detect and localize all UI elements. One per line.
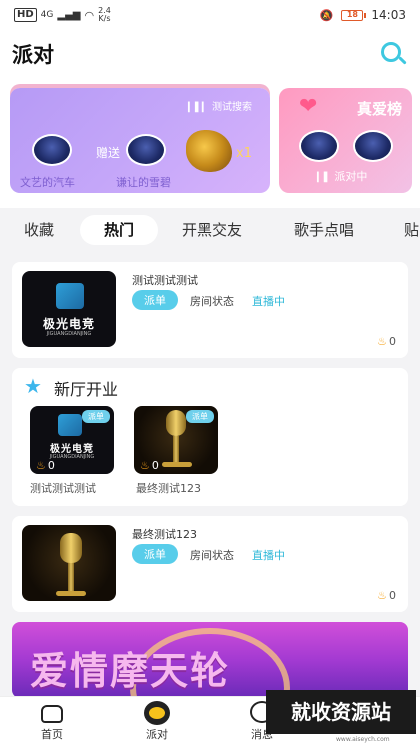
party-eye-icon (144, 701, 170, 725)
aurora-logo-icon (56, 283, 84, 309)
new-hall-item[interactable]: 派单 ♨ 0 (134, 406, 218, 474)
banner-tag: ▎▌▎ 测试搜索 (188, 102, 252, 113)
dispatch-badge: 派单 (132, 544, 178, 564)
party-live-label: ▎▌ 派对中 (317, 170, 368, 183)
love-ranking-banner[interactable]: ❤ 真爱榜 ▎▌ 派对中 (279, 88, 412, 193)
receiver-name: 谦让的雪碧 (116, 176, 171, 189)
battery-icon: 18 (341, 9, 367, 21)
new-hall-label: 最终测试123 (136, 482, 201, 495)
ranking-title: 真爱榜 (356, 100, 402, 118)
hot-count: ♨ 0 (377, 589, 396, 602)
room-card[interactable]: 极光电竞 JIGUANGDIANJING 测试测试测试 派单 房间状态 直播中 … (12, 262, 408, 358)
dispatch-badge: 派单 (132, 290, 178, 310)
gift-banner[interactable]: ▎▌▎ 测试搜索 赠送 x1 文艺的汽车 谦让的雪碧 (10, 88, 270, 193)
sender-name: 文艺的汽车 (20, 176, 75, 189)
room-cover (22, 525, 116, 601)
page-header: 派对 (0, 30, 420, 78)
fire-icon: ♨ (36, 459, 46, 472)
tab-more[interactable]: 贴 (404, 215, 419, 245)
room-cover: 极光电竞 JIGUANGDIANJING (22, 271, 116, 347)
nav-party[interactable]: 派对 (117, 697, 197, 742)
heart-icon: ❤ (299, 94, 318, 119)
network-speed: 2.4 K/s (98, 6, 111, 23)
microphone-icon (60, 533, 82, 563)
page-title: 派对 (12, 43, 54, 67)
receiver-avatar (126, 134, 166, 166)
status-bar: HD 4G ▂▄▆ ◠ 2.4 K/s 🔕 18 14:03 (0, 0, 420, 30)
hot-count: ♨ 0 (140, 459, 159, 472)
dragon-gift-icon (186, 130, 232, 172)
section-title: 新厅开业 (54, 380, 119, 399)
room-title: 最终测试123 (132, 528, 197, 541)
ferris-wheel-banner[interactable]: 爱情摩天轮 (12, 622, 408, 698)
room-state: 房间状态 (190, 295, 234, 308)
nav-label: 派对 (146, 728, 168, 741)
tab-favorites[interactable]: 收藏 (24, 215, 54, 245)
room-title: 测试测试测试 (132, 274, 198, 287)
dispatch-badge: 派单 (186, 410, 214, 423)
new-hall-label: 测试测试测试 (30, 482, 96, 495)
fire-icon: ♨ (377, 589, 387, 602)
sound-wave-icon: ▎▌▎ (188, 103, 209, 113)
tab-singer[interactable]: 歌手点唱 (294, 215, 354, 245)
watermark-url: www.aiseych.com (336, 736, 390, 743)
hot-count: ♨ 0 (36, 459, 55, 472)
network-badge: HD (14, 8, 37, 22)
nav-label: 首页 (41, 728, 63, 741)
fire-icon: ♨ (140, 459, 150, 472)
mute-icon: 🔕 (319, 8, 334, 22)
wifi-icon: ◠ (84, 8, 95, 22)
dispatch-badge: 派单 (82, 410, 110, 423)
search-icon[interactable] (378, 39, 408, 69)
ranking-avatar (353, 130, 393, 162)
star-icon: ★ (24, 374, 42, 398)
banner-area: ▎▌▎ 测试搜索 赠送 x1 文艺的汽车 谦让的雪碧 ❤ 真爱榜 ▎▌ 派对中 (0, 78, 420, 208)
nav-home[interactable]: 首页 (12, 697, 92, 742)
watermark: 就收资源站 (266, 690, 416, 734)
new-hall-item[interactable]: 极光电竞 JIGUANGDIANJING 派单 ♨ 0 (30, 406, 114, 474)
new-halls-section: ★ 新厅开业 极光电竞 JIGUANGDIANJING 派单 ♨ 0 测试测试测试… (12, 368, 408, 506)
live-status: 直播中 (252, 295, 285, 308)
ranking-avatar (299, 130, 339, 162)
microphone-icon (166, 410, 186, 436)
clock: 14:03 (371, 8, 406, 22)
gift-multiplier: x1 (236, 146, 252, 161)
aurora-logo-icon (58, 414, 82, 436)
gift-action: 赠送 (96, 146, 121, 160)
room-card[interactable]: 最终测试123 派单 房间状态 直播中 ♨ 0 (12, 516, 408, 612)
home-icon (39, 701, 65, 725)
hot-count: ♨ 0 (377, 335, 396, 348)
live-status: 直播中 (252, 549, 285, 562)
signal-indicator: 4G (40, 10, 54, 20)
room-state: 房间状态 (190, 549, 234, 562)
sound-wave-icon: ▎▌ (317, 173, 331, 183)
fire-icon: ♨ (377, 335, 387, 348)
signal-bars-icon: ▂▄▆ (57, 9, 81, 21)
tab-gaming[interactable]: 开黑交友 (182, 215, 242, 245)
tab-hot[interactable]: 热门 (80, 215, 159, 245)
category-tabs: 收藏 热门 开黑交友 歌手点唱 贴 (0, 208, 420, 252)
sender-avatar (32, 134, 72, 166)
banner-text: 爱情摩天轮 (30, 649, 231, 693)
